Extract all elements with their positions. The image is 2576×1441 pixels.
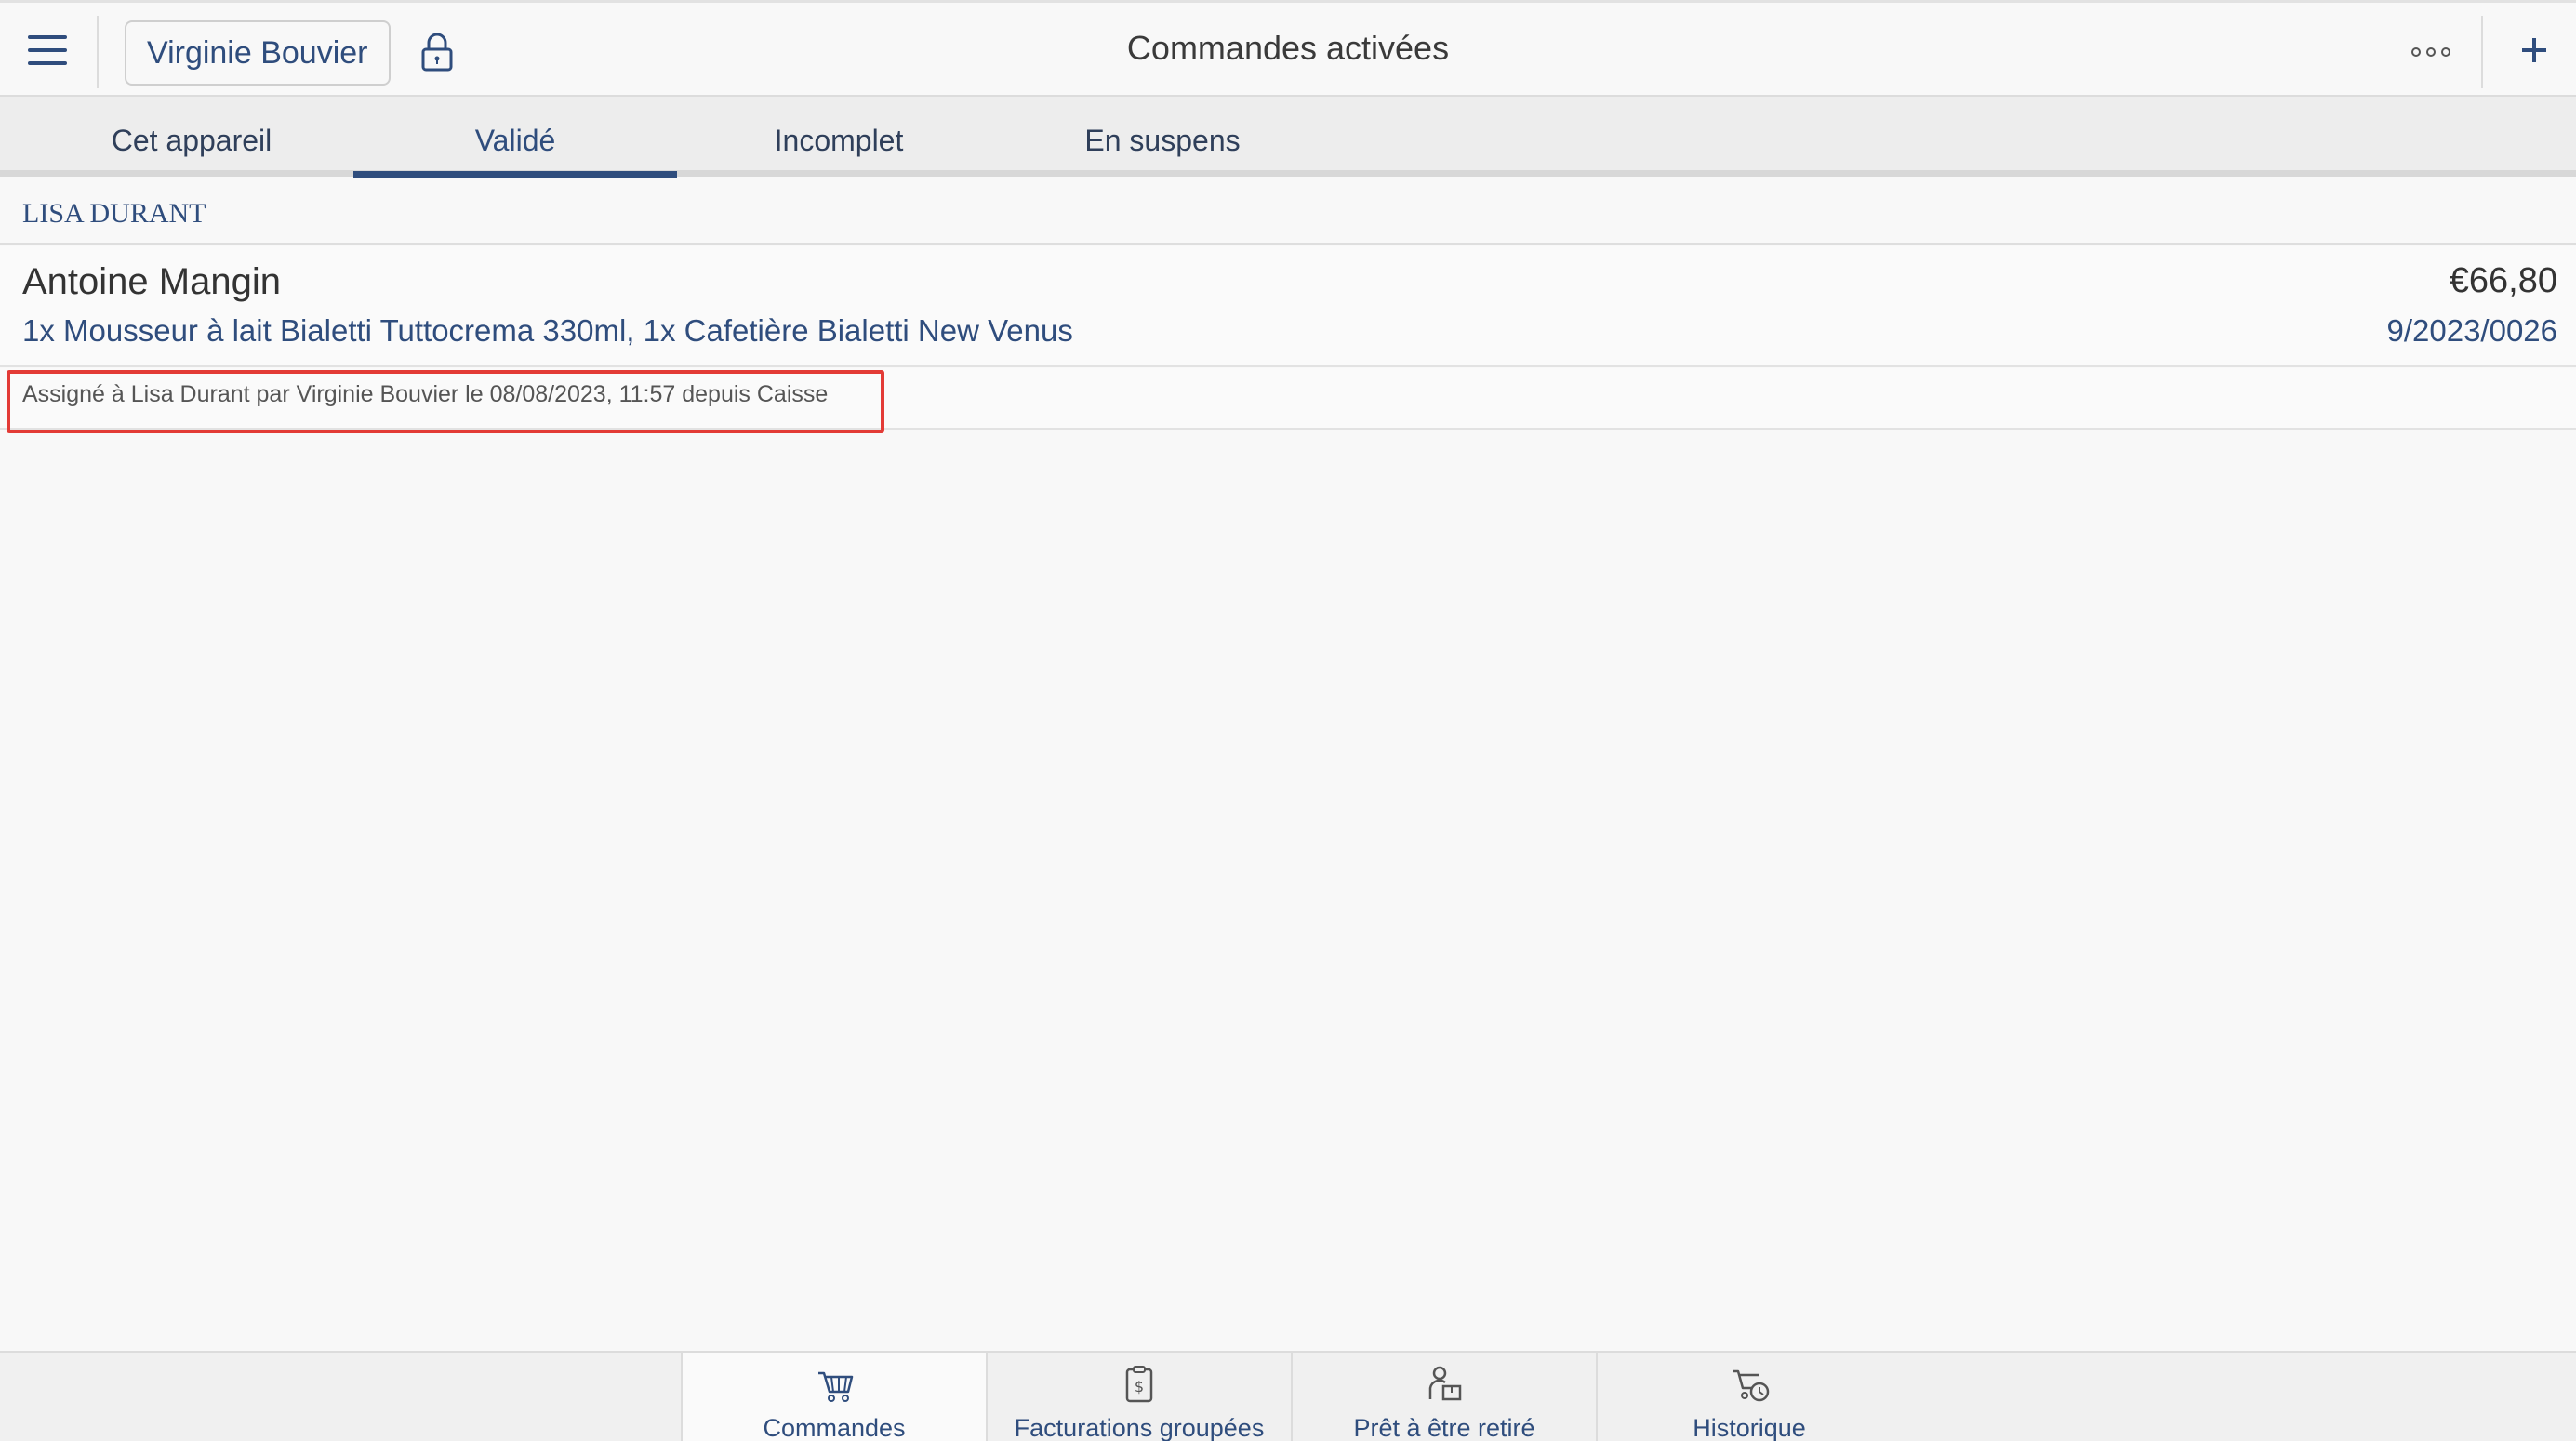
app: Virginie Bouvier Commandes activées Cet … — [0, 0, 2576, 1441]
order-reference: 9/2023/0026 — [2386, 313, 2557, 348]
nav-orders[interactable]: Commandes — [681, 1353, 986, 1441]
pickup-icon — [1428, 1366, 1462, 1401]
tab-bar: Cet appareil Validé Incomplet En suspens — [0, 97, 2576, 178]
plus-icon[interactable] — [2511, 27, 2557, 73]
active-tab-indicator — [353, 171, 677, 178]
tab-validated[interactable]: Validé — [353, 97, 677, 177]
nav-ready-pickup[interactable]: Prêt à être retiré — [1291, 1353, 1596, 1441]
cart-icon — [818, 1371, 854, 1402]
nav-label: Facturations groupées — [1014, 1414, 1265, 1441]
more-icon[interactable] — [2409, 38, 2453, 66]
nav-label: Commandes — [763, 1414, 906, 1441]
page-title: Commandes activées — [1126, 29, 1450, 67]
order-items: 1x Mousseur à lait Bialetti Tuttocrema 3… — [22, 313, 1073, 348]
customer-name: Antoine Mangin — [22, 261, 281, 302]
svg-text:$: $ — [1135, 1378, 1144, 1395]
top-bar: Virginie Bouvier Commandes activées — [0, 0, 2576, 97]
divider — [2481, 16, 2483, 88]
nav-label: Prêt à être retiré — [1353, 1414, 1535, 1441]
nav-history[interactable]: Historique — [1596, 1353, 1901, 1441]
order-amount: €66,80 — [2449, 261, 2557, 300]
tab-on-hold[interactable]: En suspens — [1001, 97, 1324, 177]
nav-grouped-billing[interactable]: $ Facturations groupées — [986, 1353, 1291, 1441]
history-icon — [1733, 1369, 1770, 1402]
order-row[interactable]: Antoine Mangin 1x Mousseur à lait Bialet… — [0, 246, 2576, 367]
highlight-box — [7, 370, 884, 433]
section-header: LISA DURANT — [0, 183, 2576, 245]
bottom-nav: Commandes $ Facturations groupées Prêt à… — [0, 1351, 2576, 1441]
nav-label: Historique — [1693, 1414, 1806, 1441]
invoice-icon: $ — [1125, 1366, 1153, 1403]
tab-this-device[interactable]: Cet appareil — [30, 97, 353, 177]
tab-incomplete[interactable]: Incomplet — [677, 97, 1001, 177]
